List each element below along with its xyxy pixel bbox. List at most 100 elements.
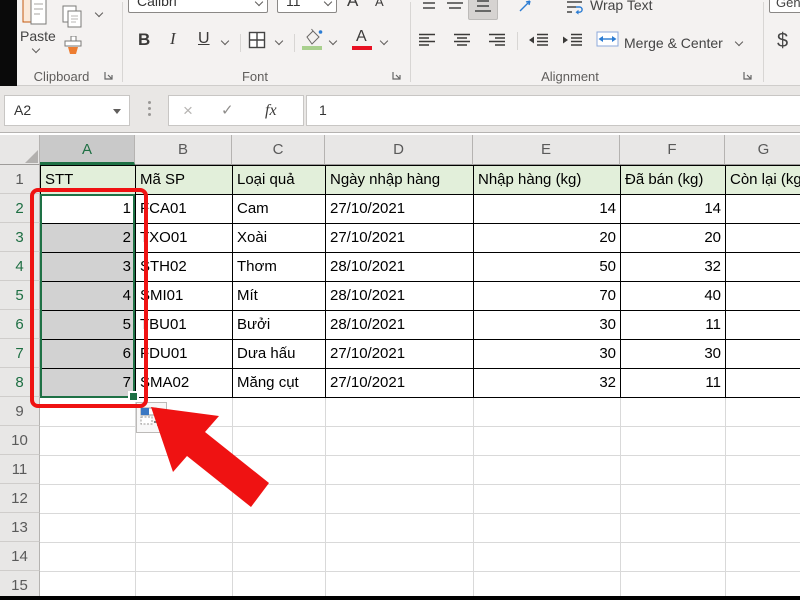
row-header-6[interactable]: 6 xyxy=(0,310,40,339)
cell-D3[interactable]: 27/10/2021 xyxy=(326,224,474,253)
cell-B4[interactable]: STH02 xyxy=(136,253,233,282)
font-color-dropdown-icon[interactable] xyxy=(380,37,388,45)
cell-E8[interactable]: 32 xyxy=(474,369,621,398)
cell-F4[interactable]: 32 xyxy=(621,253,726,282)
borders-dropdown-icon[interactable] xyxy=(275,37,283,45)
cell-C8[interactable]: Măng cụt xyxy=(233,369,326,398)
cell-A5[interactable]: 4 xyxy=(41,282,136,311)
row-header-2[interactable]: 2 xyxy=(0,194,40,223)
row-header-12[interactable]: 12 xyxy=(0,484,40,513)
cell-E7[interactable]: 30 xyxy=(474,340,621,369)
number-format-combo[interactable]: General xyxy=(769,0,800,13)
font-name-combo[interactable]: Calibri xyxy=(128,0,268,13)
cell-G8[interactable] xyxy=(726,369,800,398)
alignment-dialog-launcher-icon[interactable] xyxy=(742,70,754,82)
align-center-icon[interactable] xyxy=(452,33,472,48)
column-header-B[interactable]: B xyxy=(135,135,232,165)
cell-G7[interactable] xyxy=(726,340,800,369)
select-all-corner[interactable] xyxy=(0,135,40,165)
cell-C3[interactable]: Xoài xyxy=(233,224,326,253)
cell-E2[interactable]: 14 xyxy=(474,195,621,224)
row-header-4[interactable]: 4 xyxy=(0,252,40,281)
cell-B6[interactable]: TBU01 xyxy=(136,311,233,340)
header-cell-A1[interactable]: STT xyxy=(41,166,136,195)
header-cell-F1[interactable]: Đã bán (kg) xyxy=(621,166,726,195)
autofill-options-button[interactable] xyxy=(136,402,167,433)
orientation-icon[interactable] xyxy=(518,0,534,14)
name-box[interactable]: A2 xyxy=(4,95,130,126)
underline-dropdown-icon[interactable] xyxy=(221,37,229,45)
cell-G4[interactable] xyxy=(726,253,800,282)
copy-icon[interactable] xyxy=(62,5,84,29)
cell-A8[interactable]: 7 xyxy=(41,369,136,398)
column-header-D[interactable]: D xyxy=(325,135,473,165)
cell-A4[interactable]: 3 xyxy=(41,253,136,282)
cell-D4[interactable]: 28/10/2021 xyxy=(326,253,474,282)
cell-B2[interactable]: FCA01 xyxy=(136,195,233,224)
cell-B7[interactable]: FDU01 xyxy=(136,340,233,369)
column-header-F[interactable]: F xyxy=(620,135,725,165)
wrap-text-button[interactable]: Wrap Text xyxy=(590,0,653,13)
merge-center-button[interactable]: Merge & Center xyxy=(624,35,723,51)
borders-icon[interactable] xyxy=(248,31,266,49)
cell-F2[interactable]: 14 xyxy=(621,195,726,224)
formula-input[interactable]: 1 xyxy=(306,95,800,126)
shrink-font-icon[interactable]: A xyxy=(375,0,384,9)
header-cell-B1[interactable]: Mã SP xyxy=(136,166,233,195)
cell-B8[interactable]: SMA02 xyxy=(136,369,233,398)
cell-G5[interactable] xyxy=(726,282,800,311)
header-cell-D1[interactable]: Ngày nhập hàng xyxy=(326,166,474,195)
accounting-format-button[interactable]: $ xyxy=(777,30,788,53)
decrease-indent-icon[interactable] xyxy=(528,33,549,48)
cell-E3[interactable]: 20 xyxy=(474,224,621,253)
cell-D7[interactable]: 27/10/2021 xyxy=(326,340,474,369)
cell-B3[interactable]: TXO01 xyxy=(136,224,233,253)
middle-align-icon[interactable] xyxy=(446,0,464,12)
paste-dropdown-icon[interactable] xyxy=(32,45,40,53)
cell-C4[interactable]: Thơm xyxy=(233,253,326,282)
cell-F5[interactable]: 40 xyxy=(621,282,726,311)
cell-C5[interactable]: Mít xyxy=(233,282,326,311)
row-header-1[interactable]: 1 xyxy=(0,165,40,194)
fill-color-dropdown-icon[interactable] xyxy=(329,37,337,45)
row-header-3[interactable]: 3 xyxy=(0,223,40,252)
cell-C6[interactable]: Bưởi xyxy=(233,311,326,340)
cell-D6[interactable]: 28/10/2021 xyxy=(326,311,474,340)
column-header-A[interactable]: A xyxy=(40,135,135,165)
format-painter-icon[interactable] xyxy=(62,36,84,56)
row-header-5[interactable]: 5 xyxy=(0,281,40,310)
cell-G6[interactable] xyxy=(726,311,800,340)
enter-icon[interactable]: ✓ xyxy=(221,96,234,125)
row-header-9[interactable]: 9 xyxy=(0,397,40,426)
insert-function-icon[interactable]: fx xyxy=(265,96,277,125)
align-left-icon[interactable] xyxy=(418,33,438,48)
cell-F8[interactable]: 11 xyxy=(621,369,726,398)
cell-A2[interactable]: 1 xyxy=(41,195,136,224)
clipboard-dialog-launcher-icon[interactable] xyxy=(103,70,115,82)
paste-button[interactable]: Paste xyxy=(20,28,56,44)
cell-A7[interactable]: 6 xyxy=(41,340,136,369)
row-header-13[interactable]: 13 xyxy=(0,513,40,542)
copy-dropdown-icon[interactable] xyxy=(95,9,103,17)
fill-handle[interactable] xyxy=(130,393,137,400)
header-cell-C1[interactable]: Loại quả xyxy=(233,166,326,195)
cell-E5[interactable]: 70 xyxy=(474,282,621,311)
column-header-E[interactable]: E xyxy=(473,135,620,165)
cell-F7[interactable]: 30 xyxy=(621,340,726,369)
cell-A6[interactable]: 5 xyxy=(41,311,136,340)
row-header-10[interactable]: 10 xyxy=(0,426,40,455)
cell-C7[interactable]: Dưa hấu xyxy=(233,340,326,369)
font-dialog-launcher-icon[interactable] xyxy=(391,70,403,82)
cell-D8[interactable]: 27/10/2021 xyxy=(326,369,474,398)
merge-center-dropdown-icon[interactable] xyxy=(735,38,743,46)
fill-color-icon[interactable] xyxy=(302,28,324,45)
cell-D2[interactable]: 27/10/2021 xyxy=(326,195,474,224)
font-size-combo[interactable]: 11 xyxy=(277,0,337,13)
grow-font-icon[interactable]: A xyxy=(347,0,358,11)
cell-F3[interactable]: 20 xyxy=(621,224,726,253)
top-align-icon[interactable] xyxy=(420,0,438,12)
cell-C2[interactable]: Cam xyxy=(233,195,326,224)
font-color-icon[interactable]: A xyxy=(356,28,367,46)
cell-G3[interactable] xyxy=(726,224,800,253)
bold-button[interactable]: B xyxy=(138,30,150,50)
